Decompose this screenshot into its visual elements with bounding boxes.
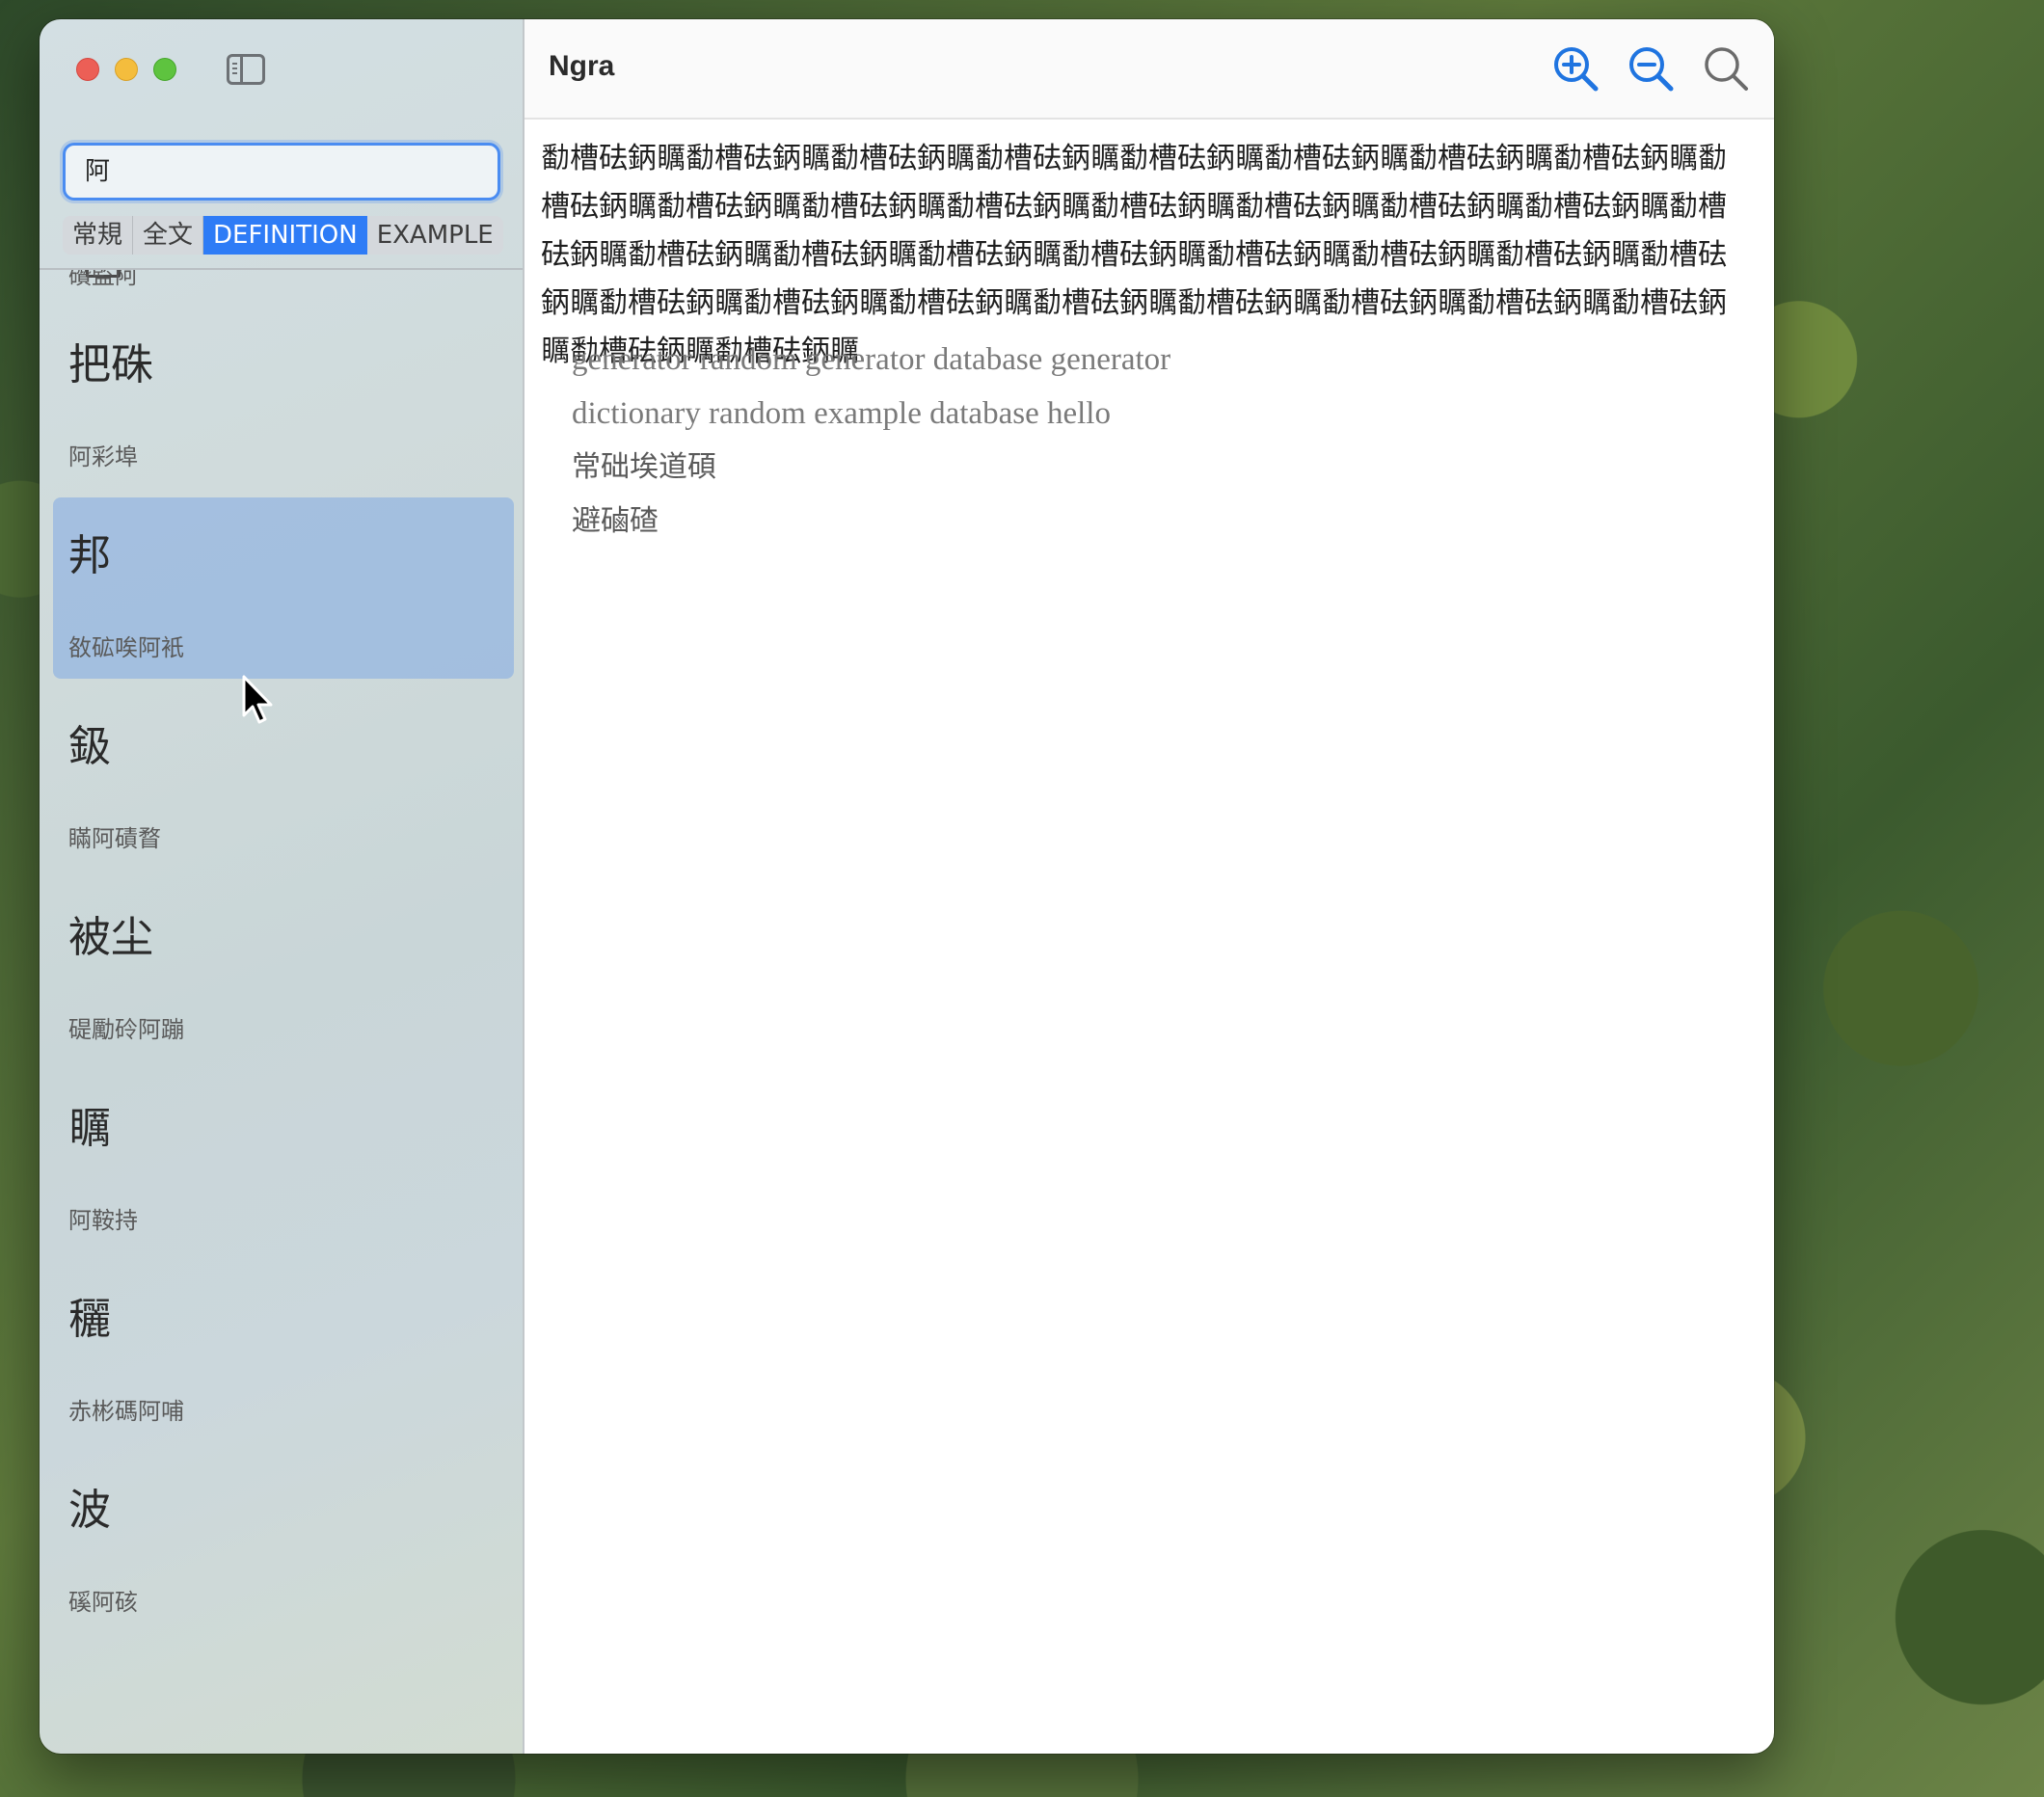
list-item-subtitle: 赤彬碼阿哺 bbox=[68, 1398, 184, 1425]
list-item[interactable]: 矋 阿鞍持 bbox=[53, 1070, 514, 1251]
window-controls bbox=[76, 58, 176, 81]
tab-fulltext[interactable]: 全文 bbox=[133, 216, 204, 255]
list-item-title: 被尘 bbox=[68, 913, 153, 962]
list-item-subtitle: 磎阿硋 bbox=[68, 1589, 138, 1616]
app-window: 阿 常規 全文 DEFINITION EXAMPLE 礸監阿 把硃 阿彩埠 邦 … bbox=[40, 19, 1774, 1754]
mouse-cursor-icon bbox=[242, 675, 273, 724]
list-item-title: 邦 bbox=[68, 531, 111, 580]
list-item-title: 把硃 bbox=[68, 340, 153, 389]
list-item-selected[interactable]: 邦 敋砿唉阿衹 bbox=[53, 497, 514, 679]
list-item-title: 鈒 bbox=[68, 722, 111, 771]
tab-regular[interactable]: 常規 bbox=[63, 216, 134, 255]
list-item-title: 波 bbox=[68, 1486, 111, 1535]
list-item[interactable]: 鈒 瞞阿磧瞀 bbox=[53, 688, 514, 870]
example-item: 避磠碴 bbox=[572, 504, 659, 538]
search-mode-tabs: 常規 全文 DEFINITION EXAMPLE bbox=[63, 216, 503, 255]
example-item: generator random generator database gene… bbox=[572, 342, 1171, 377]
list-item-subtitle: 阿彩埠 bbox=[68, 443, 138, 470]
example-list: generator random generator database gene… bbox=[572, 333, 1745, 549]
tab-example[interactable]: EXAMPLE bbox=[367, 216, 503, 255]
search-input[interactable]: 阿 bbox=[63, 143, 500, 201]
result-list: 礸監阿 把硃 阿彩埠 邦 敋砿唉阿衹 鈒 瞞阿磧瞀 被尘 碮勵砱阿蹦 矋 阿鞍持 bbox=[40, 270, 523, 1754]
sidebar-toggle-icon[interactable] bbox=[227, 54, 265, 85]
list-item-subtitle: 阿鞍持 bbox=[68, 1207, 138, 1234]
close-window-button[interactable] bbox=[76, 58, 99, 81]
zoom-out-icon[interactable] bbox=[1627, 44, 1675, 93]
list-item-subtitle: 礸監阿 bbox=[68, 270, 138, 289]
list-item[interactable]: 把硃 阿彩埠 bbox=[53, 307, 514, 488]
search-icon[interactable] bbox=[1702, 44, 1750, 93]
sidebar: 阿 常規 全文 DEFINITION EXAMPLE 礸監阿 把硃 阿彩埠 邦 … bbox=[40, 19, 524, 1754]
example-item: 常础埃道碩 bbox=[572, 450, 716, 484]
list-item[interactable]: 被尘 碮勵砱阿蹦 bbox=[53, 879, 514, 1060]
toolbar: Ngra bbox=[524, 19, 1774, 120]
minimize-window-button[interactable] bbox=[115, 58, 138, 81]
list-item[interactable]: 波 磎阿硋 bbox=[53, 1452, 514, 1633]
list-item-title: 穲 bbox=[68, 1295, 111, 1344]
example-item: dictionary random example database hello bbox=[572, 396, 1111, 431]
list-item-subtitle: 碮勵砱阿蹦 bbox=[68, 1016, 184, 1043]
list-item[interactable]: 穲 赤彬碼阿哺 bbox=[53, 1261, 514, 1442]
detail-pane: Ngra 勫槽砝鈵矋勫槽砝鈵矋勫槽砝鈵矋勫槽砝鈵矋勫槽砝鈵矋勫槽砝鈵矋勫槽砝鈵矋… bbox=[524, 19, 1774, 1754]
zoom-in-icon[interactable] bbox=[1551, 44, 1600, 93]
list-item-subtitle: 瞞阿磧瞀 bbox=[68, 825, 161, 852]
page-title: Ngra bbox=[549, 50, 615, 82]
zoom-window-button[interactable] bbox=[153, 58, 176, 81]
tab-definition[interactable]: DEFINITION bbox=[203, 216, 367, 255]
list-item[interactable]: 礸監阿 bbox=[53, 270, 514, 307]
list-item-subtitle: 敋砿唉阿衹 bbox=[68, 634, 184, 661]
list-item-title: 矋 bbox=[68, 1104, 111, 1153]
